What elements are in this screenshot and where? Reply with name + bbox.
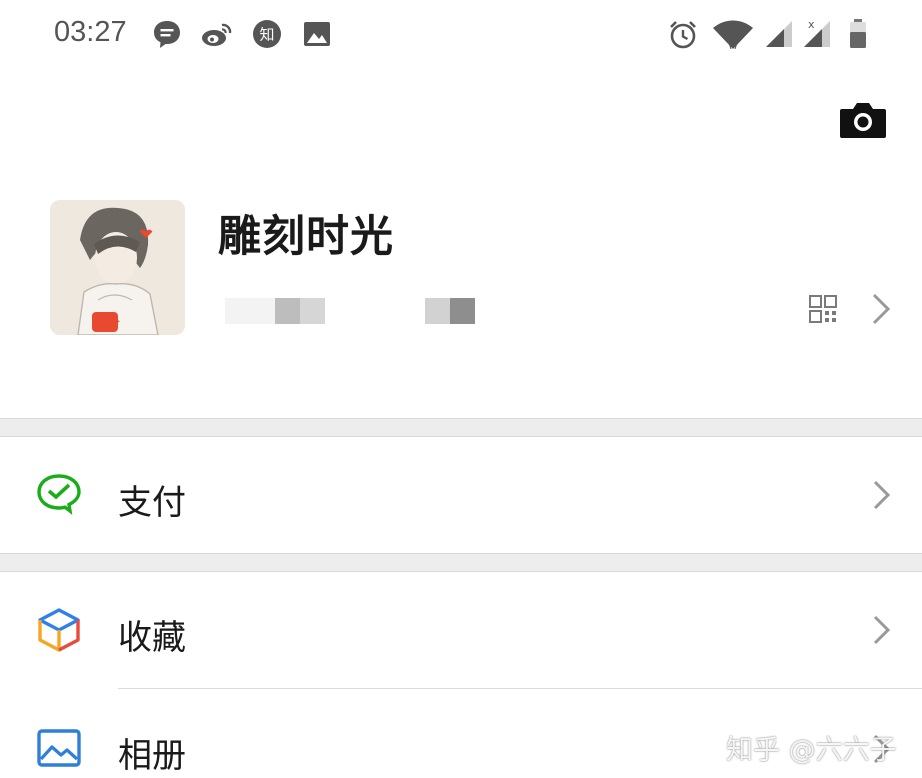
profile-card[interactable]: 雕刻时光 (0, 160, 922, 418)
camera-button[interactable] (838, 100, 888, 140)
zhihu-icon: 知 (252, 19, 282, 49)
section-divider (0, 418, 922, 437)
battery-icon (846, 19, 870, 49)
album-icon (36, 725, 82, 771)
qr-code-icon[interactable] (808, 294, 838, 324)
wifi-icon (712, 19, 754, 49)
message-icon (152, 19, 182, 49)
chevron-right-icon (870, 292, 892, 326)
chevron-right-icon (871, 479, 891, 511)
signal-icon (764, 19, 794, 49)
svg-text:知: 知 (259, 26, 274, 44)
status-bar: 03:27 知 x (0, 0, 922, 72)
menu-item-favorites[interactable]: 收藏 (0, 572, 922, 688)
profile-name: 雕刻时光 (218, 212, 394, 262)
menu-item-pay[interactable]: 支付 (0, 437, 922, 553)
image-icon (302, 19, 332, 49)
avatar[interactable] (50, 200, 185, 335)
wechat-id-blurred (225, 298, 485, 326)
menu-item-label: 支付 (118, 483, 186, 523)
chevron-right-icon (871, 614, 891, 646)
camera-icon (840, 103, 886, 138)
status-time: 03:27 (54, 16, 127, 48)
section-divider (0, 553, 922, 572)
alarm-icon (668, 19, 698, 49)
menu-item-label: 收藏 (118, 618, 186, 658)
favorites-cube-icon (36, 607, 82, 653)
weibo-icon (200, 19, 234, 49)
signal-no-service-icon: x (802, 19, 832, 49)
watermark: 知乎 @六六子 (726, 735, 897, 766)
pay-icon (36, 472, 82, 518)
menu-item-label: 相册 (118, 736, 186, 776)
svg-text:x: x (808, 19, 815, 31)
